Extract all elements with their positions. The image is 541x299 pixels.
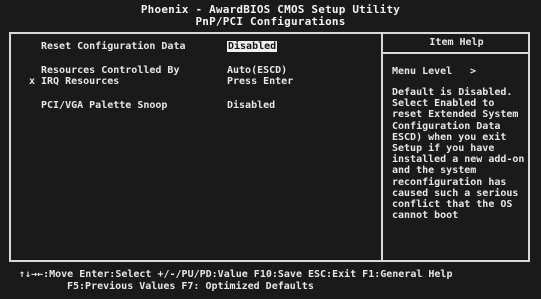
selected-value-highlight[interactable]: Disabled xyxy=(227,41,278,52)
option-resources-controlled-label[interactable]: Resources Controlled By xyxy=(41,65,179,76)
option-resources-controlled-value[interactable]: Auto(ESCD) xyxy=(227,65,287,76)
item-help-header: Item Help xyxy=(383,34,530,54)
option-palette-snoop-label[interactable]: PCI/VGA Palette Snoop xyxy=(41,100,167,111)
option-reset-config-label[interactable]: Reset Configuration Data xyxy=(41,41,186,52)
footer-keys-line1: ↑↓→←:Move Enter:Select +/-/PU/PD:Value F… xyxy=(19,269,453,280)
option-irq-resources-value[interactable]: Press Enter xyxy=(227,76,293,87)
title-bar: Phoenix - AwardBIOS CMOS Setup Utility P… xyxy=(0,4,541,28)
item-help-text: Default is Disabled. Select Enabled to r… xyxy=(392,87,525,222)
footer-keys-line2: F5:Previous Values F7: Optimized Default… xyxy=(67,281,314,292)
title-page-name: PnP/PCI Configurations xyxy=(195,15,346,28)
option-palette-snoop-value[interactable]: Disabled xyxy=(227,100,275,111)
main-frame: Reset Configuration Data Disabled Resour… xyxy=(9,32,530,262)
option-reset-config-value[interactable]: Disabled xyxy=(227,41,278,52)
menu-level-label: Menu Level xyxy=(392,66,453,77)
menu-level-marker-icon: > xyxy=(470,66,477,77)
bios-setup-screen: Phoenix - AwardBIOS CMOS Setup Utility P… xyxy=(0,0,541,299)
submenu-marker-icon: x xyxy=(29,76,36,87)
panel-divider xyxy=(381,34,383,260)
option-irq-resources-label[interactable]: IRQ Resources xyxy=(41,76,119,87)
